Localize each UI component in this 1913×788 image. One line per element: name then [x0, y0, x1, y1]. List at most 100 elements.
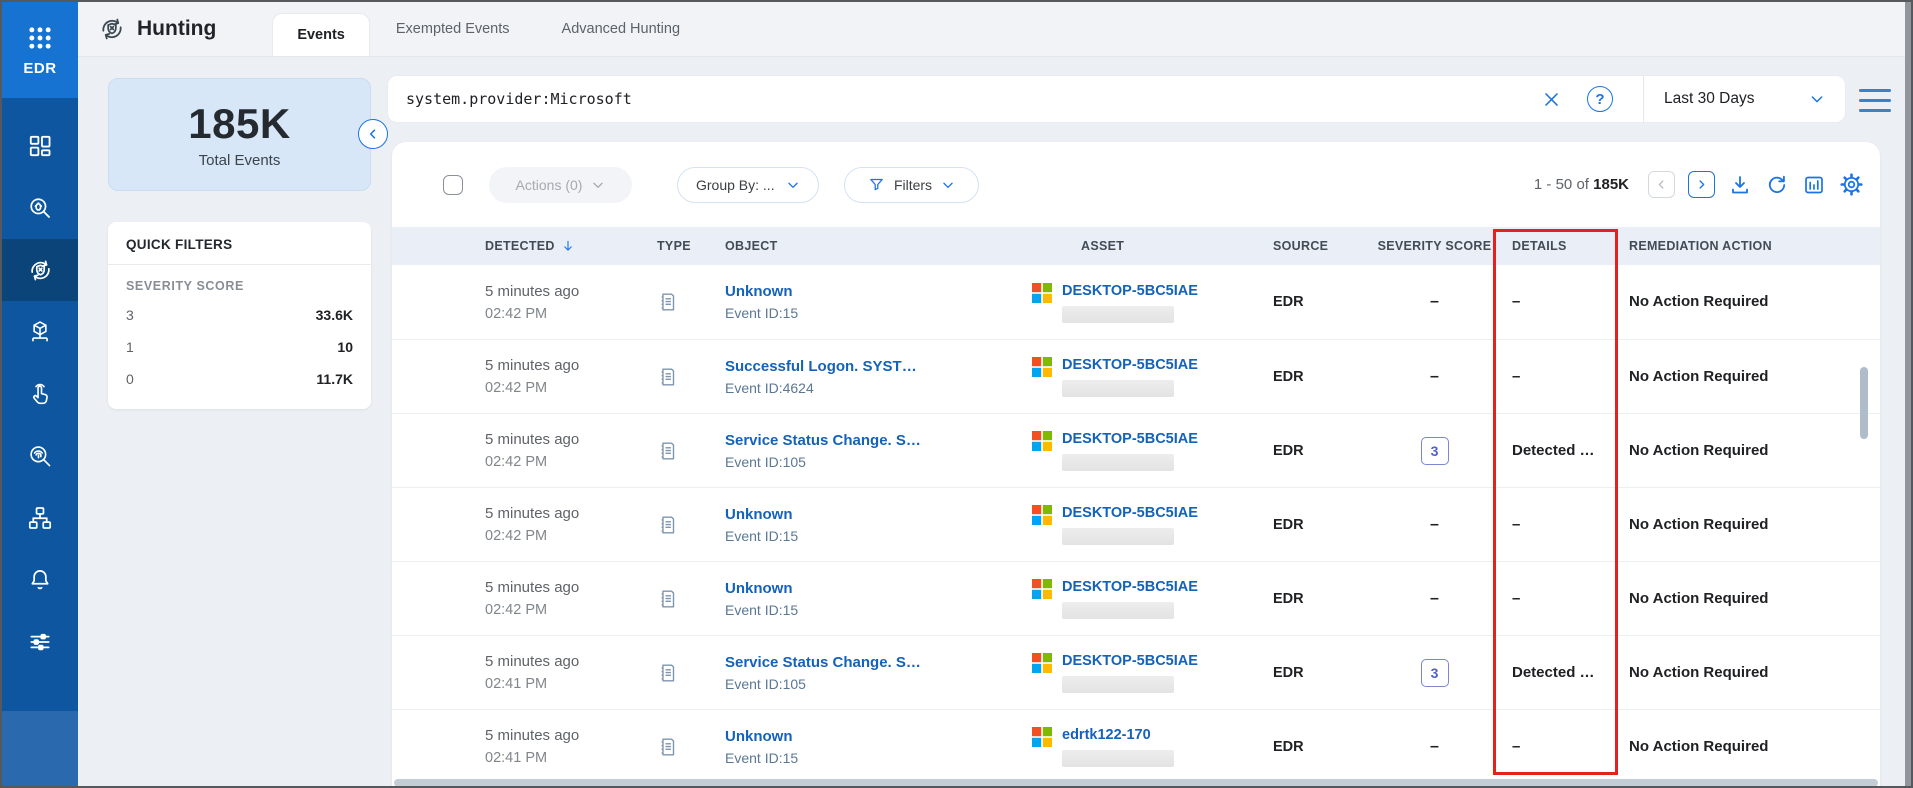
column-header-details[interactable]: DETAILS	[1502, 239, 1624, 253]
column-header-source[interactable]: SOURCE	[1267, 239, 1367, 253]
event-log-icon	[657, 736, 725, 758]
table-row[interactable]: 5 minutes ago 02:42 PM Unknown Event ID:…	[392, 265, 1880, 339]
column-header-asset[interactable]: ASSET	[1032, 239, 1267, 253]
sidebar-item-forensics[interactable]	[2, 425, 78, 487]
chart-icon[interactable]	[1802, 173, 1826, 197]
object-link[interactable]: Unknown	[725, 506, 793, 523]
settings-gear-icon[interactable]	[1839, 172, 1864, 197]
tab-events[interactable]: Events	[272, 13, 370, 56]
help-icon[interactable]: ?	[1587, 86, 1613, 112]
column-header-remediation-action[interactable]: REMEDIATION ACTION	[1624, 239, 1880, 253]
detected-clock-time: 02:42 PM	[485, 305, 548, 322]
details-cell: –	[1502, 293, 1624, 311]
filters-dropdown[interactable]: Filters	[844, 166, 979, 203]
sidebar-item-threat-search[interactable]	[2, 177, 78, 239]
asset-link[interactable]: edrtk122-170	[1062, 727, 1151, 743]
next-page-icon[interactable]	[1688, 171, 1715, 198]
preferences-sliders-icon	[27, 629, 53, 655]
table-row[interactable]: 5 minutes ago 02:41 PM Service Status Ch…	[392, 635, 1880, 709]
table-row[interactable]: 5 minutes ago 02:42 PM Service Status Ch…	[392, 413, 1880, 487]
event-log-icon	[657, 440, 725, 462]
asset-link[interactable]: DESKTOP-5BC5IAE	[1062, 653, 1198, 669]
column-header-type[interactable]: TYPE	[657, 239, 725, 253]
tab-advanced-hunting[interactable]: Advanced Hunting	[536, 2, 707, 56]
filter-count: 33.6K	[315, 307, 353, 323]
sidebar-item-behavior[interactable]	[2, 363, 78, 425]
object-link[interactable]: Unknown	[725, 728, 793, 745]
quick-filter-severity-3[interactable]: 3 33.6K	[108, 299, 371, 331]
asset-cell: DESKTOP-5BC5IAE	[1032, 282, 1267, 323]
clear-x-icon[interactable]	[1542, 90, 1561, 109]
sidebar-item-dashboard[interactable]	[2, 115, 78, 177]
event-log-icon	[657, 662, 725, 684]
collapse-panel-button[interactable]	[358, 119, 388, 149]
menu-hamburger-icon[interactable]	[1859, 89, 1891, 112]
asset-link[interactable]: DESKTOP-5BC5IAE	[1062, 431, 1198, 447]
microsoft-windows-logo	[1032, 653, 1052, 673]
time-range-dropdown[interactable]: Last 30 Days	[1644, 76, 1845, 122]
sidebar-item-preferences[interactable]	[2, 611, 78, 673]
sidebar-item-notifications[interactable]	[2, 549, 78, 611]
column-header-detected[interactable]: DETECTED	[485, 239, 657, 253]
quick-filter-severity-1[interactable]: 1 10	[108, 331, 371, 363]
product-label: EDR	[23, 59, 57, 77]
remediation-cell: No Action Required	[1624, 293, 1880, 311]
vertical-scrollbar[interactable]	[1860, 367, 1868, 439]
object-link[interactable]: Unknown	[725, 580, 793, 597]
query-input[interactable]	[388, 90, 1542, 108]
detected-clock-time: 02:42 PM	[485, 454, 548, 470]
sidebar-item-hunting[interactable]	[2, 239, 78, 301]
object-link[interactable]: Successful Logon. SYST…	[725, 358, 917, 375]
side-nav: EDR	[2, 2, 78, 786]
asset-cell: DESKTOP-5BC5IAE	[1032, 356, 1267, 397]
quick-filter-severity-0[interactable]: 0 11.7K	[108, 363, 371, 395]
prev-page-icon[interactable]	[1648, 171, 1675, 198]
select-all-checkbox[interactable]	[443, 174, 463, 195]
table-row[interactable]: 5 minutes ago 02:42 PM Successful Logon.…	[392, 339, 1880, 413]
column-header-object[interactable]: OBJECT	[725, 239, 1032, 253]
actions-dropdown[interactable]: Actions (0)	[489, 166, 632, 203]
download-icon[interactable]	[1728, 173, 1752, 197]
table-row[interactable]: 5 minutes ago 02:42 PM Unknown Event ID:…	[392, 487, 1880, 561]
sidebar-item-assets[interactable]	[2, 301, 78, 363]
sidebar-item-topology[interactable]	[2, 487, 78, 549]
object-link[interactable]: Service Status Change. S…	[725, 654, 921, 671]
redacted-text-blur	[1062, 676, 1174, 693]
behavior-click-icon	[27, 381, 53, 407]
asset-link[interactable]: DESKTOP-5BC5IAE	[1062, 357, 1198, 373]
asset-link[interactable]: DESKTOP-5BC5IAE	[1062, 505, 1198, 521]
table-row[interactable]: 5 minutes ago 02:42 PM Unknown Event ID:…	[392, 561, 1880, 635]
asset-link[interactable]: DESKTOP-5BC5IAE	[1062, 283, 1198, 299]
remediation-value: No Action Required	[1629, 737, 1769, 755]
details-value: Detected …	[1512, 663, 1595, 681]
severity-score-badge[interactable]: 3	[1420, 436, 1449, 465]
group-by-dropdown[interactable]: Group By: ...	[677, 166, 819, 203]
table-row[interactable]: 5 minutes ago 02:41 PM Unknown Event ID:…	[392, 709, 1880, 783]
total-events-card: 185K Total Events	[108, 78, 371, 191]
table-body: 5 minutes ago 02:42 PM Unknown Event ID:…	[392, 265, 1880, 783]
filter-count: 10	[337, 339, 353, 355]
sort-arrow-down-icon	[561, 239, 575, 253]
tab-exempted-events[interactable]: Exempted Events	[370, 2, 536, 56]
column-header-severity-score[interactable]: SEVERITY SCORE	[1367, 239, 1502, 253]
severity-score-badge[interactable]: 3	[1420, 658, 1449, 687]
detected-relative-time: 5 minutes ago	[485, 505, 580, 522]
filter-label: 1	[126, 339, 134, 355]
detected-relative-time: 5 minutes ago	[485, 653, 580, 670]
horizontal-scrollbar[interactable]	[394, 779, 1878, 786]
refresh-icon[interactable]	[1765, 173, 1789, 197]
severity-score-empty: –	[1430, 515, 1439, 533]
type-cell	[657, 366, 725, 388]
asset-link[interactable]: DESKTOP-5BC5IAE	[1062, 579, 1198, 595]
sidebar-item-app-switcher[interactable]: EDR	[2, 2, 78, 98]
filter-label: 0	[126, 371, 134, 387]
object-cell: Unknown Event ID:15	[725, 728, 1032, 766]
severity-score-cell: –	[1367, 293, 1502, 311]
severity-score-empty: –	[1430, 293, 1439, 310]
redacted-text-blur	[1062, 528, 1174, 545]
object-link[interactable]: Unknown	[725, 283, 793, 300]
object-link[interactable]: Service Status Change. S…	[725, 432, 921, 449]
dashboard-icon	[27, 133, 53, 159]
microsoft-windows-logo	[1032, 505, 1052, 525]
page-title: Hunting	[137, 17, 217, 40]
